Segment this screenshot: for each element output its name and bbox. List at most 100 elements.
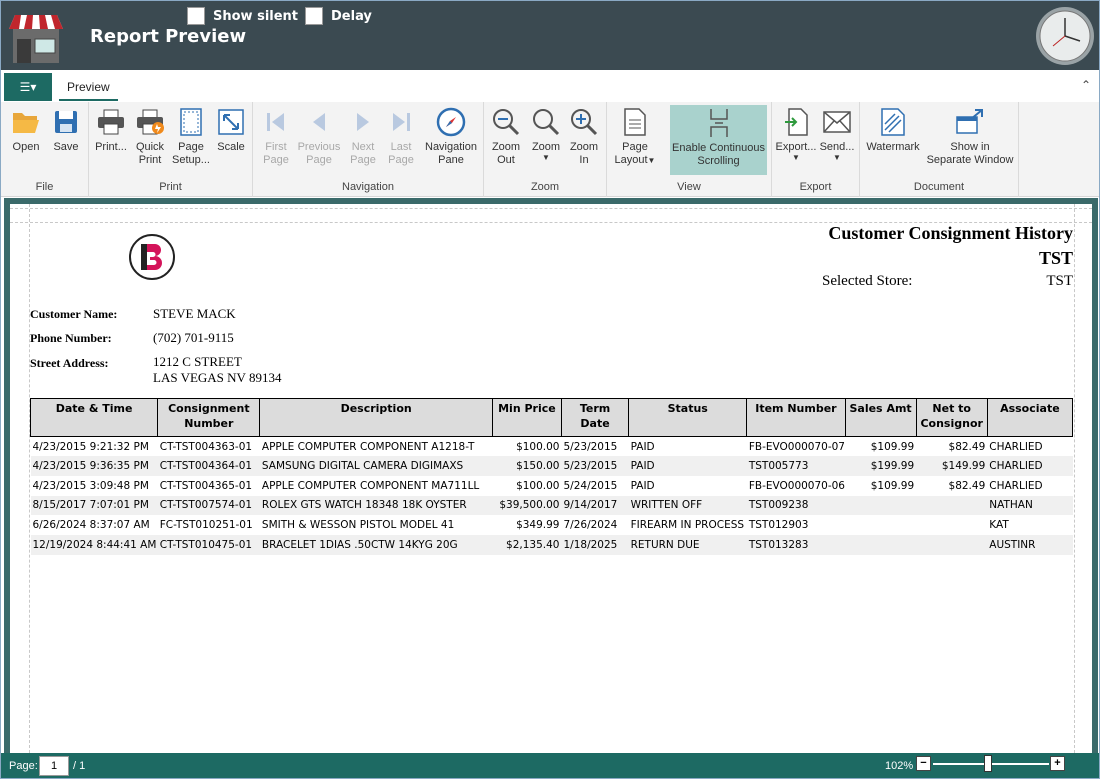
margin-guide xyxy=(1074,204,1075,753)
save-button[interactable]: Save xyxy=(49,106,83,176)
show-silent-checkbox[interactable]: Show silent xyxy=(187,6,298,26)
table-cell: $109.99 xyxy=(870,440,915,453)
zoom-out-button[interactable]: Zoom Out xyxy=(488,106,524,176)
page-total: / 1 xyxy=(73,760,86,772)
tab-preview[interactable]: Preview xyxy=(59,74,118,101)
send-button[interactable]: Send... ▼ xyxy=(818,106,856,176)
quick-print-label-2: Print xyxy=(138,154,162,166)
dropdown-arrow-icon: ▼ xyxy=(833,153,841,162)
zoom-dropdown-button[interactable]: Zoom ▼ xyxy=(528,106,564,176)
quick-printer-icon xyxy=(134,106,166,138)
table-cell: TST005773 xyxy=(746,456,846,476)
table-row: 8/15/2017 7:07:01 PM CT-TST007574-01 ROL… xyxy=(30,495,1073,516)
file-menu-button[interactable]: ☰▾ xyxy=(4,73,52,101)
navigation-pane-label-1: Navigation xyxy=(425,141,477,153)
preview-pane[interactable]: Customer Consignment History TST Selecte… xyxy=(4,198,1098,753)
checkbox-box[interactable] xyxy=(187,7,205,25)
export-button[interactable]: Export... ▼ xyxy=(776,106,816,176)
table-cell xyxy=(845,515,916,535)
page-layout-label-2: Layout▼ xyxy=(615,154,656,167)
previous-page-button[interactable]: Previous Page xyxy=(297,106,341,176)
table-cell: RETURN DUE xyxy=(628,534,747,555)
document-group: Watermark Show in Separate Window Docume… xyxy=(860,102,1019,197)
watermark-button[interactable]: Watermark xyxy=(864,106,922,176)
page-layout-button[interactable]: Page Layout▼ xyxy=(613,106,657,176)
table-cell: 5/23/2015 xyxy=(561,456,629,476)
selected-store-label: Selected Store: xyxy=(822,273,913,289)
scale-icon xyxy=(215,106,247,138)
address-label: Street Address: xyxy=(30,356,109,370)
table-cell: $199.99 xyxy=(845,456,917,476)
customer-name-label: Customer Name: xyxy=(30,307,118,321)
first-page-label-2: Page xyxy=(263,154,289,166)
table-cell: 6/26/2024 8:37:07 AM xyxy=(32,519,150,532)
table-cell: 9/14/2017 xyxy=(561,495,629,516)
address-line-2: LAS VEGAS NV 89134 xyxy=(153,370,282,385)
table-cell: CT-TST004365-01 xyxy=(159,479,253,492)
printer-icon xyxy=(95,106,127,138)
table-cell: 4/23/2015 9:36:35 PM xyxy=(30,456,158,476)
table-cell: 12/19/2024 8:44:41 AM xyxy=(30,534,158,555)
quick-print-button[interactable]: Quick Print xyxy=(133,106,167,176)
last-page-label-2: Page xyxy=(388,154,414,166)
table-cell: 7/26/2024 xyxy=(563,519,618,532)
separate-window-button[interactable]: Show in Separate Window xyxy=(924,106,1016,176)
open-button[interactable]: Open xyxy=(7,106,45,176)
zoom-in-button[interactable]: Zoom In xyxy=(566,106,602,176)
export-icon xyxy=(780,106,812,138)
zoom-plus-button[interactable]: + xyxy=(1050,756,1065,771)
table-cell: SMITH & WESSON PISTOL MODEL 41 xyxy=(261,519,455,532)
checkbox-box[interactable] xyxy=(305,7,323,25)
window-title: Report Preview xyxy=(90,26,247,47)
scale-button[interactable]: Scale xyxy=(213,106,249,176)
next-page-label-1: Next xyxy=(351,141,375,153)
table-cell: FB-EVO000070-07 xyxy=(748,440,845,453)
collapse-ribbon-icon[interactable]: ⌃ xyxy=(1081,78,1091,92)
continuous-scrolling-icon xyxy=(703,107,735,139)
page-setup-button[interactable]: Page Setup... xyxy=(171,106,211,176)
table-cell: CT-TST004363-01 xyxy=(159,440,253,453)
separate-window-icon xyxy=(954,106,986,138)
table-cell: CT-TST004364-01 xyxy=(157,456,260,476)
table-row: 4/23/2015 3:09:48 PM CT-TST004365-01 APP… xyxy=(31,476,1073,496)
page-number-input[interactable]: 1 xyxy=(39,756,69,776)
zoom-value: 102% xyxy=(885,760,914,772)
ribbon: Open Save File Print... Quick Print Page… xyxy=(1,102,1099,197)
watermark-icon xyxy=(877,106,909,138)
report-title: Customer Consignment History xyxy=(828,223,1073,243)
delay-checkbox[interactable]: Delay xyxy=(305,6,372,26)
zoom-out-label-2: Out xyxy=(497,154,515,166)
next-page-button[interactable]: Next Page xyxy=(345,106,381,176)
table-cell: $39,500.00 xyxy=(492,495,562,516)
last-page-button[interactable]: Last Page xyxy=(383,106,419,176)
continuous-scrolling-button[interactable]: Enable Continuous Scrolling xyxy=(670,105,767,175)
zoom-slider-thumb[interactable] xyxy=(983,755,992,772)
first-page-button[interactable]: First Page xyxy=(257,106,295,176)
table-cell: SAMSUNG DIGITAL CAMERA DIGIMAXS xyxy=(259,456,493,476)
table-header-row: Date & Time Consignment Number Descripti… xyxy=(29,398,1074,437)
customer-name: STEVE MACK xyxy=(153,306,236,321)
table-row: 4/23/2015 9:36:35 PM CT-TST004364-01 SAM… xyxy=(30,456,1073,476)
column-header: Item Number xyxy=(746,398,846,437)
navigation-pane-button[interactable]: Navigation Pane xyxy=(421,106,481,176)
table-row: 12/19/2024 8:44:41 AM CT-TST010475-01 BR… xyxy=(30,534,1073,555)
table-cell: CHARLIED xyxy=(989,440,1043,453)
zoom-minus-button[interactable]: − xyxy=(916,756,931,771)
table-cell: 5/24/2015 xyxy=(563,479,618,492)
table-cell: 4/23/2015 3:09:48 PM xyxy=(32,479,149,492)
table-cell xyxy=(916,534,988,555)
selected-store-value: TST xyxy=(1046,273,1073,289)
continuous-scrolling-label-1: Enable Continuous xyxy=(672,142,765,154)
column-header: Term Date xyxy=(560,398,630,437)
table-cell: TST013283 xyxy=(746,534,846,555)
column-header: Sales Amt xyxy=(844,398,917,437)
view-group: Page Layout▼ Enable Continuous Scrolling… xyxy=(607,102,772,197)
address-line-1: 1212 C STREET xyxy=(153,354,242,369)
table-cell: PAID xyxy=(630,479,655,492)
report-preview-window: Report Preview Show silent Delay ☰▾ Prev… xyxy=(0,0,1100,779)
last-page-label-1: Last xyxy=(390,141,412,153)
print-button[interactable]: Print... xyxy=(93,106,129,176)
export-group-label: Export xyxy=(799,181,832,193)
page-setup-icon xyxy=(175,106,207,138)
consignment-table: Date & Time Consignment Number Descripti… xyxy=(29,398,1074,555)
